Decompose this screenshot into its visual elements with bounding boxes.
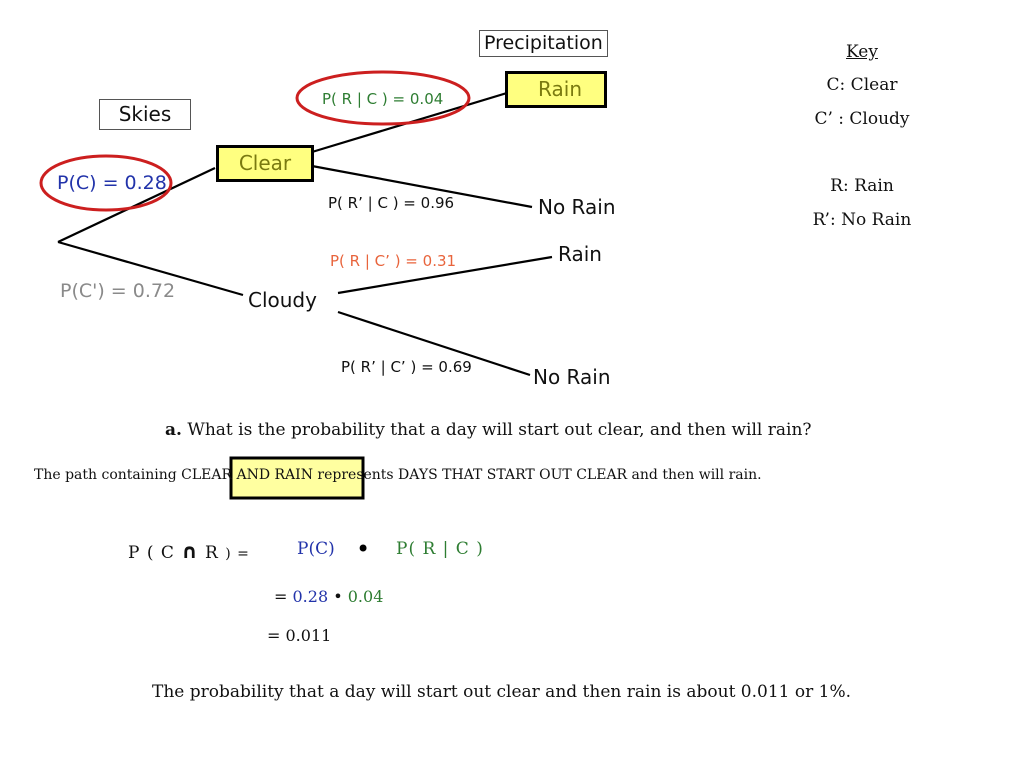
question: a. What is the probability that a day wi… xyxy=(165,420,812,440)
equation-term2: P( R | C ) xyxy=(396,539,484,559)
prob-norain-given-cloudy: P( R’ | C’ ) = 0.69 xyxy=(341,358,472,376)
eq-lhs-r: R xyxy=(204,543,219,563)
header-skies: Skies xyxy=(99,99,191,130)
key-item-cloudy: C’ : Cloudy xyxy=(814,109,910,129)
key-item-no-rain: R’: No Rain xyxy=(812,210,912,230)
node-clear-rain: Rain xyxy=(505,71,607,108)
prob-cloudy: P(C') = 0.72 xyxy=(60,280,176,302)
eq-lhs-p: P xyxy=(128,543,141,563)
prob-clear: P(C) = 0.28 xyxy=(57,172,167,194)
eq-line2-dot: • xyxy=(333,587,343,606)
prob-rain-given-clear: P( R | C ) = 0.04 xyxy=(322,90,444,108)
conclusion: The probability that a day will start ou… xyxy=(152,682,852,702)
key-item-rain: R: Rain xyxy=(830,176,894,196)
node-clear-no-rain: No Rain xyxy=(538,195,616,219)
key-item-clear: C: Clear xyxy=(826,75,898,95)
question-text: What is the probability that a day will … xyxy=(187,420,812,440)
equation-line3: = 0.011 xyxy=(267,626,332,645)
eq-lhs-close: ) = xyxy=(225,546,250,562)
key-title: Key xyxy=(846,42,878,62)
eq-lhs-open: ( xyxy=(146,543,155,563)
eq-line2-equals: = xyxy=(274,587,288,606)
question-label: a. xyxy=(165,420,182,440)
header-precipitation: Precipitation xyxy=(479,30,608,57)
intersection-symbol: ∩ xyxy=(181,539,199,563)
equation-term1: P(C) xyxy=(297,539,335,559)
node-cloudy-no-rain: No Rain xyxy=(533,365,611,389)
node-cloudy: Cloudy xyxy=(248,288,317,312)
node-cloudy-rain: Rain xyxy=(558,242,602,266)
equation-lhs: P ( C ∩ R ) = xyxy=(128,539,250,563)
prob-rain-given-cloudy: P( R | C’ ) = 0.31 xyxy=(330,252,457,270)
explanation: The path containing CLEAR AND RAIN repre… xyxy=(34,467,762,483)
node-clear: Clear xyxy=(216,145,314,182)
equation-line2: = 0.28 • 0.04 xyxy=(274,587,383,606)
eq-line2-b: 0.04 xyxy=(347,587,384,606)
prob-norain-given-clear: P( R’ | C ) = 0.96 xyxy=(328,194,455,212)
bullet-dot-icon: • xyxy=(356,535,371,563)
node-clear-rain-label: Rain xyxy=(538,77,582,101)
eq-line2-a: 0.28 xyxy=(292,587,329,606)
eq-lhs-c: C xyxy=(160,543,175,563)
